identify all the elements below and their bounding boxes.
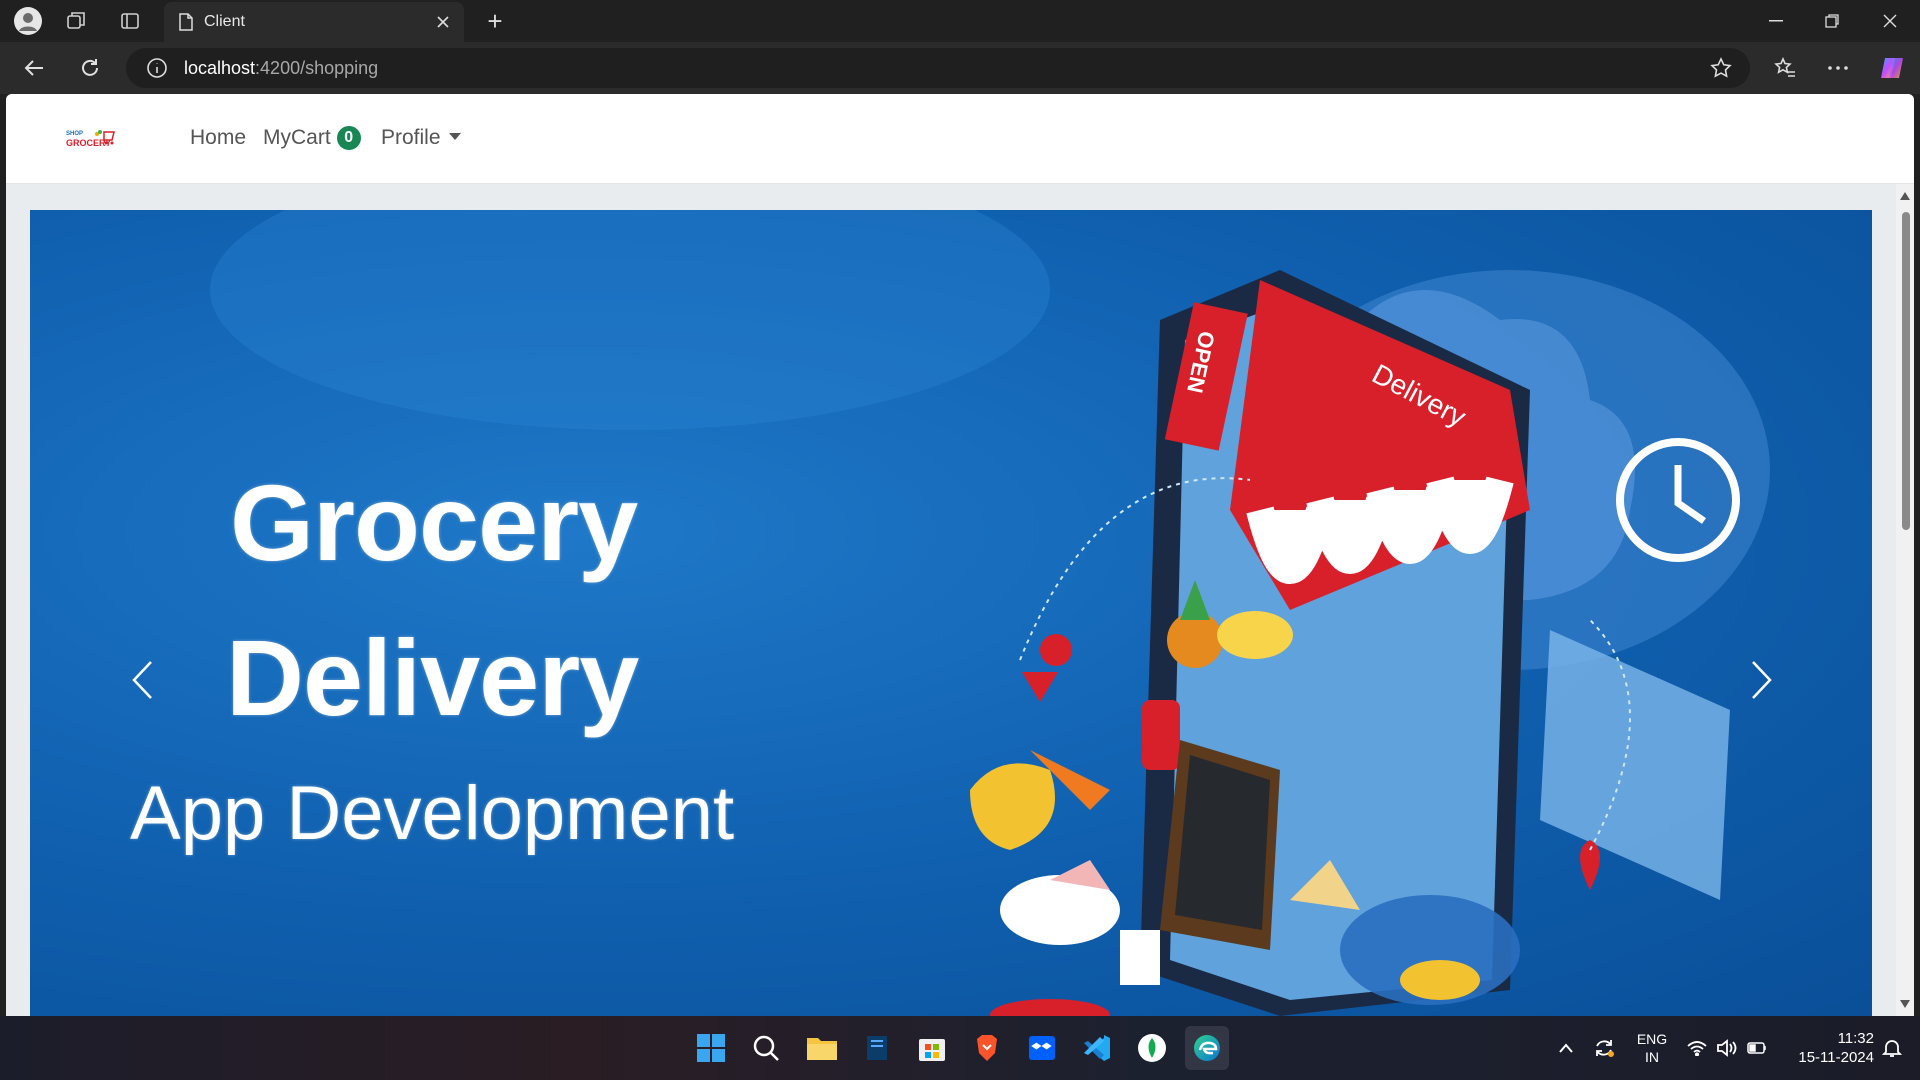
input-language-indicator[interactable]: ENG IN <box>1626 1016 1678 1080</box>
nav-profile-dropdown[interactable]: Profile <box>381 126 461 150</box>
book-icon <box>867 1036 887 1060</box>
logo-top-text: SHOP <box>66 131 83 137</box>
clock[interactable]: 11:32 15-11-2024 <box>1778 1016 1874 1080</box>
battery-icon[interactable] <box>1744 1016 1770 1080</box>
chevron-left-icon <box>132 661 152 699</box>
brave-browser-app[interactable] <box>965 1026 1009 1070</box>
clock-date: 15-11-2024 <box>1798 1049 1874 1066</box>
main-content: Delivery OPEN Grocery Delivery App Devel… <box>6 184 1896 1016</box>
browser-toolbar: localhost:4200/shopping <box>0 42 1920 94</box>
file-explorer-app[interactable] <box>800 1026 844 1070</box>
folder-icon <box>807 1038 837 1060</box>
carousel-illustration: Delivery OPEN <box>210 210 1770 1016</box>
scroll-up-icon[interactable] <box>1900 192 1910 200</box>
page-scrollbar[interactable] <box>1896 184 1914 1016</box>
scrollbar-thumb[interactable] <box>1902 212 1910 530</box>
search-button[interactable] <box>744 1026 788 1070</box>
language-code: ENG <box>1636 1031 1668 1047</box>
dropbox-icon <box>1029 1036 1055 1060</box>
workspaces-icon[interactable] <box>56 1 96 41</box>
search-icon <box>753 1035 779 1061</box>
restore-button[interactable] <box>1804 0 1860 42</box>
browser-tab[interactable]: Client <box>164 2 464 42</box>
slide-heading-line2: Delivery <box>226 617 639 738</box>
address-bar[interactable]: localhost:4200/shopping <box>126 48 1750 88</box>
close-window-button[interactable] <box>1862 0 1918 42</box>
profile-label: Profile <box>381 126 441 149</box>
slide-heading-line3: App Development <box>130 771 735 856</box>
sync-icon[interactable] <box>1588 1016 1620 1080</box>
browser-titlebar: Client + <box>0 0 1920 42</box>
site-info-icon[interactable] <box>146 57 168 79</box>
chevron-right-icon <box>1752 661 1772 699</box>
copilot-icon[interactable] <box>1875 50 1911 86</box>
back-button[interactable] <box>16 50 52 86</box>
grocery-logo[interactable]: SHOP GROCERY <box>64 126 124 152</box>
tab-actions-icon[interactable] <box>110 1 150 41</box>
volume-icon[interactable] <box>1714 1016 1740 1080</box>
windows-taskbar: ENG IN 11:32 15-11-2024 <box>0 1016 1920 1080</box>
minimize-button[interactable] <box>1748 0 1804 42</box>
profile-avatar-icon[interactable] <box>8 1 48 41</box>
vscode-app[interactable] <box>1075 1026 1119 1070</box>
favorite-star-icon[interactable] <box>1710 57 1732 79</box>
windows-logo-icon <box>697 1034 725 1062</box>
edge-icon <box>1194 1035 1220 1061</box>
favorites-button[interactable] <box>1767 50 1803 86</box>
store-dev-app[interactable] <box>855 1026 899 1070</box>
hero-carousel: Delivery OPEN Grocery Delivery App Devel… <box>30 210 1872 1016</box>
dropbox-app[interactable] <box>1020 1026 1064 1070</box>
url-path: :4200/shopping <box>255 57 379 78</box>
page-viewport: SHOP GROCERY Home MyCart 0 Profile Deliv… <box>6 94 1914 1016</box>
app-navbar: SHOP GROCERY Home MyCart 0 Profile <box>6 94 1914 184</box>
clock-time: 11:32 <box>1837 1030 1874 1047</box>
tray-overflow-icon[interactable] <box>1552 1016 1580 1080</box>
mycart-label: MyCart <box>263 126 331 149</box>
carousel-next-button[interactable] <box>1742 650 1782 710</box>
slide-heading-line1: Grocery <box>230 462 638 583</box>
more-menu-button[interactable] <box>1820 50 1856 86</box>
nav-mycart-link[interactable]: MyCart 0 <box>263 126 361 150</box>
cart-count-badge: 0 <box>336 126 361 150</box>
caret-down-icon <box>448 133 461 140</box>
start-button[interactable] <box>689 1026 733 1070</box>
page-icon <box>179 13 193 31</box>
brave-lion-icon <box>977 1035 997 1061</box>
mongodb-compass-app[interactable] <box>1130 1026 1174 1070</box>
microsoft-store-app[interactable] <box>910 1026 954 1070</box>
store-icon <box>919 1039 945 1061</box>
region-code: IN <box>1645 1049 1659 1065</box>
reload-button[interactable] <box>72 50 108 86</box>
new-tab-button[interactable]: + <box>478 4 512 38</box>
leaf-icon <box>1138 1034 1166 1062</box>
tab-title: Client <box>204 13 245 30</box>
vscode-icon <box>1084 1035 1110 1061</box>
nav-home-link[interactable]: Home <box>190 126 246 150</box>
scroll-down-icon[interactable] <box>1900 1000 1910 1008</box>
edge-browser-app[interactable] <box>1185 1026 1229 1070</box>
carousel-prev-button[interactable] <box>122 650 162 710</box>
wifi-icon[interactable] <box>1684 1016 1710 1080</box>
url-host: localhost <box>184 57 256 78</box>
close-tab-icon[interactable] <box>436 15 450 29</box>
notifications-icon[interactable] <box>1874 1016 1910 1080</box>
